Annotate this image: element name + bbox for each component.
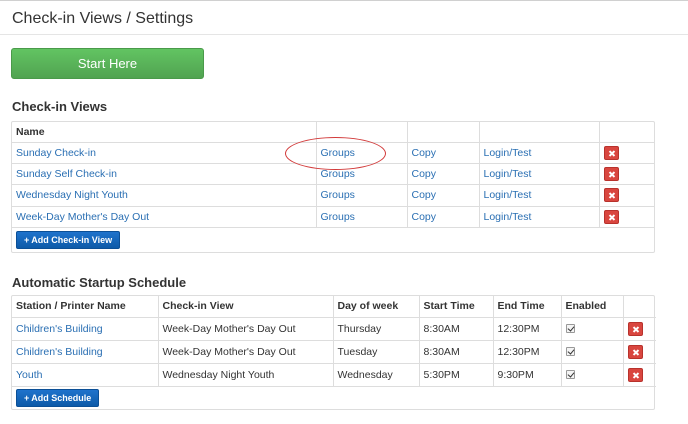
groups-link[interactable]: Groups [321, 211, 355, 223]
plus-icon: + [24, 393, 30, 404]
start-here-button[interactable]: Start Here [11, 48, 204, 79]
day-column-header: Day of week [332, 296, 420, 318]
login-test-link[interactable]: Login/Test [484, 168, 532, 180]
table-row: Sunday Self Check-in Groups Copy Login/T… [12, 162, 654, 185]
day-cell: Thursday [332, 316, 420, 341]
name-column-header: Name [12, 122, 317, 143]
checkbox-checked-icon[interactable] [565, 370, 575, 380]
copy-link[interactable]: Copy [412, 147, 437, 159]
add-checkin-view-button[interactable]: + Add Check-in View [16, 230, 121, 249]
start-time-cell: 5:30PM [418, 362, 494, 387]
end-time-cell: 12:30PM [492, 339, 562, 364]
login-test-link[interactable]: Login/Test [484, 211, 532, 223]
delete-x-icon[interactable] [627, 321, 643, 336]
start-column-header: Start Time [418, 296, 494, 318]
checkin-views-panel: Name Sunday Check-in Groups Copy Login/T… [11, 121, 655, 253]
end-time-cell: 12:30PM [492, 316, 562, 341]
start-time-cell: 8:30AM [418, 339, 494, 364]
add-schedule-label: Add Schedule [31, 393, 92, 404]
delete-x-icon[interactable] [603, 209, 619, 224]
station-column-header: Station / Printer Name [12, 296, 159, 318]
copy-link[interactable]: Copy [412, 189, 437, 201]
login-column-header [479, 122, 600, 143]
groups-column-header [315, 122, 408, 143]
station-link[interactable]: Youth [16, 369, 42, 381]
end-time-cell: 9:30PM [492, 362, 562, 387]
table-row: Week-Day Mother's Day Out Groups Copy Lo… [12, 205, 654, 228]
day-cell: Tuesday [332, 339, 420, 364]
table-row: Children's Building Week-Day Mother's Da… [12, 316, 656, 341]
copy-link[interactable]: Copy [412, 168, 437, 180]
delete-x-icon[interactable] [627, 344, 643, 359]
top-edge-line [0, 0, 688, 1]
checkin-view-cell: Wednesday Night Youth [157, 362, 334, 387]
delete-x-icon[interactable] [603, 188, 619, 202]
view-name-link[interactable]: Week-Day Mother's Day Out [16, 211, 149, 223]
station-link[interactable]: Children's Building [16, 346, 103, 358]
plus-icon: + [24, 234, 30, 245]
delete-x-icon[interactable] [603, 145, 619, 160]
day-cell: Wednesday [332, 362, 420, 387]
add-schedule-button[interactable]: + Add Schedule [16, 389, 100, 408]
login-test-link[interactable]: Login/Test [484, 147, 532, 159]
schedule-panel: Station / Printer Name Check-in View Day… [11, 295, 656, 410]
add-checkin-view-label: Add Check-in View [31, 234, 113, 245]
table-row: Wednesday Night Youth Groups Copy Login/… [12, 183, 654, 207]
add-row: + Add Check-in View [12, 226, 654, 252]
checkin-views-header-row: Name [12, 122, 654, 143]
groups-link[interactable]: Groups [321, 168, 355, 180]
copy-link[interactable]: Copy [412, 211, 437, 223]
checkin-view-cell: Week-Day Mother's Day Out [157, 316, 334, 341]
schedule-heading: Automatic Startup Schedule [12, 275, 187, 290]
checkbox-checked-icon[interactable] [565, 347, 575, 357]
checkin-views-table: Name Sunday Check-in Groups Copy Login/T… [12, 122, 654, 252]
start-time-cell: 8:30AM [418, 316, 494, 341]
end-column-header: End Time [492, 296, 562, 318]
page-title: Check-in Views / Settings [12, 10, 194, 27]
view-name-link[interactable]: Wednesday Night Youth [16, 189, 128, 201]
title-divider [0, 34, 688, 35]
view-column-header: Check-in View [157, 296, 334, 318]
enabled-column-header: Enabled [560, 296, 624, 318]
groups-link[interactable]: Groups [321, 189, 355, 201]
delete-column-header [599, 122, 654, 143]
schedule-header-row: Station / Printer Name Check-in View Day… [12, 296, 656, 318]
table-row: Children's Building Week-Day Mother's Da… [12, 339, 656, 364]
delete-x-icon[interactable] [603, 166, 619, 181]
schedule-table: Station / Printer Name Check-in View Day… [12, 296, 656, 410]
view-name-link[interactable]: Sunday Self Check-in [16, 168, 117, 180]
checkin-view-cell: Week-Day Mother's Day Out [157, 339, 334, 364]
add-row: + Add Schedule [12, 385, 656, 410]
checkbox-checked-icon[interactable] [565, 324, 575, 334]
station-link[interactable]: Children's Building [16, 323, 103, 335]
checkin-views-heading: Check-in Views [12, 99, 108, 114]
table-row: Youth Wednesday Night Youth Wednesday 5:… [12, 362, 656, 387]
view-name-link[interactable]: Sunday Check-in [16, 147, 96, 159]
copy-column-header [407, 122, 480, 143]
login-test-link[interactable]: Login/Test [484, 189, 532, 201]
table-row: Sunday Check-in Groups Copy Login/Test [12, 141, 654, 164]
delete-x-icon[interactable] [627, 367, 643, 382]
groups-link[interactable]: Groups [321, 147, 355, 159]
delete-column-header [622, 296, 656, 318]
